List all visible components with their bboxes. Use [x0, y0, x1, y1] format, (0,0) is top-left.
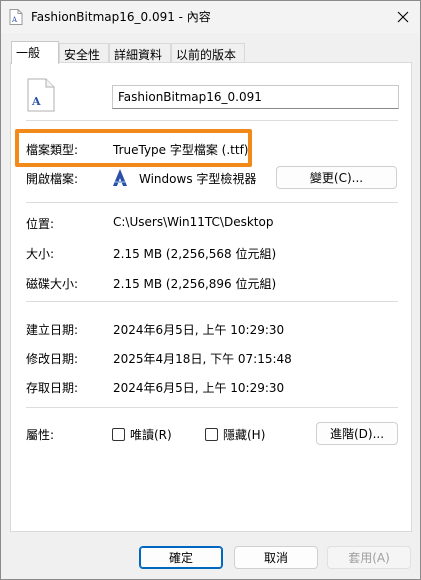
tab-security[interactable]: 安全性: [59, 43, 109, 63]
attributes-label: 屬性:: [26, 428, 55, 442]
separator: [26, 202, 398, 203]
tab-previous-versions[interactable]: 以前的版本: [171, 43, 245, 63]
filename-field[interactable]: FashionBitmap16_0.091: [112, 85, 399, 109]
svg-text:A: A: [31, 95, 41, 108]
advanced-button[interactable]: 進階(D)...: [316, 422, 398, 445]
ok-button[interactable]: 確定: [139, 546, 223, 569]
accessed-label: 存取日期:: [26, 381, 79, 395]
location-value: C:\Users\Win11TC\Desktop: [113, 215, 274, 229]
cancel-button[interactable]: 取消: [234, 546, 318, 569]
font-file-icon: A: [9, 9, 23, 25]
size-on-disk-label: 磁碟大小:: [26, 277, 79, 291]
font-viewer-icon: [113, 169, 127, 186]
tab-general[interactable]: 一般: [11, 41, 59, 64]
general-tab-panel: A FashionBitmap16_0.091 檔案類型: TrueType 字…: [10, 62, 412, 532]
readonly-checkbox[interactable]: [112, 428, 125, 441]
opens-with-value: Windows 字型檢視器: [139, 172, 257, 186]
size-on-disk-value: 2.15 MB (2,256,896 位元組): [113, 277, 277, 291]
title-bar[interactable]: A FashionBitmap16_0.091 - 內容: [1, 1, 420, 33]
location-label: 位置:: [26, 217, 55, 231]
separator: [26, 301, 398, 302]
created-label: 建立日期:: [26, 323, 79, 337]
modified-label: 修改日期:: [26, 352, 79, 366]
accessed-value: 2024年6月5日, 上午 10:29:30: [113, 381, 285, 395]
change-button[interactable]: 變更(C)...: [276, 166, 397, 189]
size-label: 大小:: [26, 247, 55, 261]
size-value: 2.15 MB (2,256,568 位元組): [113, 247, 277, 261]
created-value: 2024年6月5日, 上午 10:29:30: [113, 323, 285, 337]
readonly-label[interactable]: 唯讀(R): [130, 426, 172, 443]
opens-with-label: 開啟檔案:: [26, 172, 79, 186]
font-file-icon: A: [27, 78, 55, 112]
properties-dialog: A FashionBitmap16_0.091 - 內容 一般 安全性 詳細資料…: [0, 0, 421, 580]
hidden-checkbox[interactable]: [205, 428, 218, 441]
window-title: FashionBitmap16_0.091 - 內容: [31, 10, 211, 24]
close-icon: [397, 11, 409, 23]
apply-button[interactable]: 套用(A): [327, 546, 411, 569]
close-button[interactable]: [385, 1, 421, 33]
modified-value: 2025年4月18日, 下午 07:15:48: [113, 352, 292, 366]
tab-details[interactable]: 詳細資料: [109, 43, 171, 63]
filename-value: FashionBitmap16_0.091: [118, 90, 262, 104]
highlight-box: [15, 129, 252, 167]
separator: [26, 407, 398, 408]
svg-text:A: A: [11, 16, 18, 24]
separator: [26, 120, 398, 121]
hidden-label[interactable]: 隱藏(H): [223, 426, 265, 443]
